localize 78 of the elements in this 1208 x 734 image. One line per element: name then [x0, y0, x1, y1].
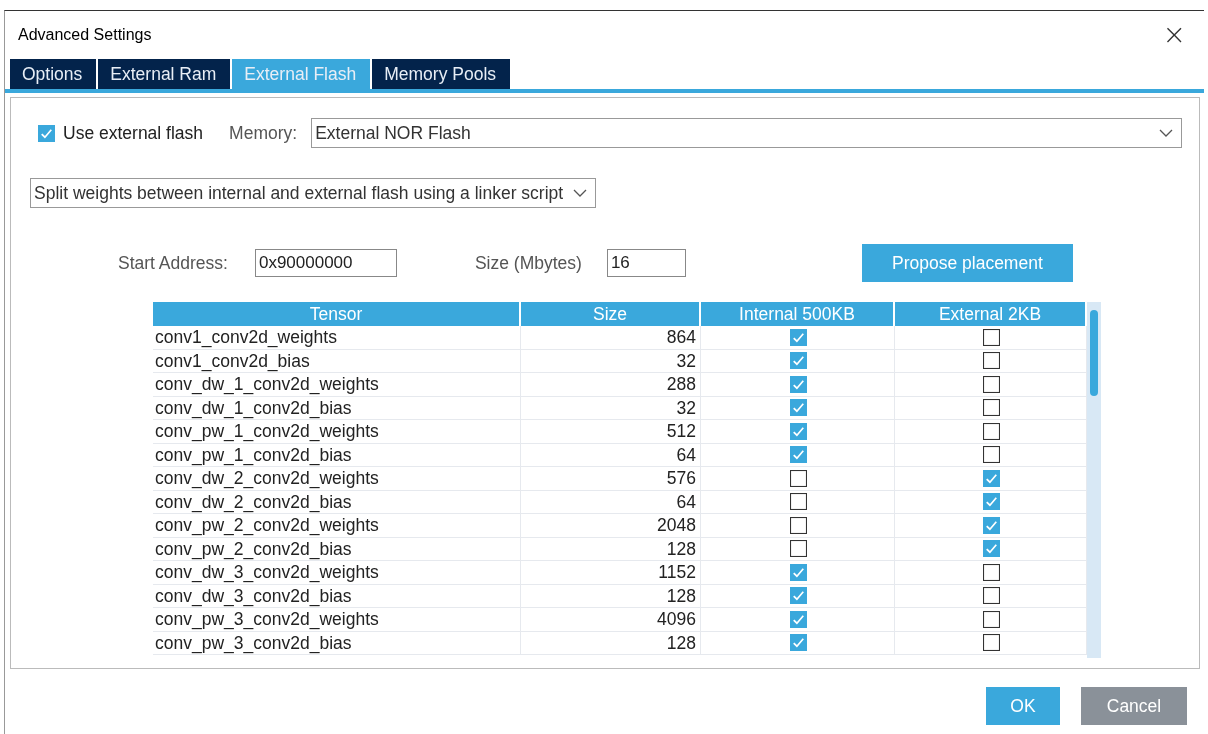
checkbox[interactable]: [790, 610, 807, 628]
table-cell: conv_dw_3_conv2d_bias: [153, 584, 521, 607]
checkbox[interactable]: [983, 328, 1000, 346]
checkbox[interactable]: [983, 469, 1000, 487]
table-cell: conv_dw_2_conv2d_bias: [153, 490, 521, 513]
checkbox[interactable]: [38, 124, 55, 142]
table-cell: 4096: [521, 608, 701, 631]
column-header: Size: [521, 302, 701, 326]
chevron-down-icon: [573, 189, 588, 197]
checkbox[interactable]: [790, 352, 807, 370]
checkbox[interactable]: [790, 328, 807, 346]
chevron-down-icon: [1159, 129, 1173, 137]
checkbox[interactable]: [790, 493, 807, 511]
checkbox[interactable]: [983, 563, 1000, 581]
start-address-field[interactable]: 0x90000000: [254, 249, 397, 277]
checkbox-label: Use external flash: [63, 122, 204, 144]
column-header: Tensor: [153, 302, 521, 326]
table-cell: conv_dw_1_conv2d_weights: [153, 373, 521, 396]
close-button[interactable]: ×: [1156, 21, 1192, 49]
table-cell: 32: [521, 349, 701, 372]
table-cell: conv_dw_3_conv2d_weights: [153, 561, 521, 584]
checkbox[interactable]: [790, 446, 807, 464]
tab[interactable]: Memory Pools: [372, 59, 511, 89]
scrollbar[interactable]: [1087, 302, 1101, 658]
checkbox[interactable]: [790, 375, 807, 393]
checkbox[interactable]: [983, 352, 1000, 370]
table-cell: 576: [521, 467, 701, 490]
memory-label: Memory:: [229, 122, 298, 144]
checkbox[interactable]: [790, 422, 807, 440]
column-header: Internal 500KB: [701, 302, 895, 326]
table-cell: 288: [521, 373, 701, 396]
table-cell: 1152: [521, 561, 701, 584]
start-address-label: Start Address:: [118, 252, 228, 274]
table-cell: 2048: [521, 514, 701, 537]
checkbox[interactable]: [790, 469, 807, 487]
checkbox[interactable]: [790, 587, 807, 605]
table-cell: conv_dw_2_conv2d_weights: [153, 467, 521, 490]
checkbox[interactable]: [983, 516, 1000, 534]
table-cell: conv_pw_2_conv2d_bias: [153, 537, 521, 560]
table-cell: 864: [521, 326, 701, 349]
table-cell: 128: [521, 631, 701, 654]
tab[interactable]: Options: [10, 59, 97, 89]
size-field[interactable]: 16: [606, 249, 686, 277]
table-cell: 512: [521, 420, 701, 443]
window-title: Advanced Settings: [18, 26, 152, 44]
checkbox[interactable]: [983, 399, 1000, 417]
size-label: Size (Mbytes): [474, 252, 582, 274]
table-cell: 64: [521, 490, 701, 513]
checkbox[interactable]: [983, 540, 1000, 558]
table-cell: conv_dw_1_conv2d_bias: [153, 396, 521, 419]
checkbox[interactable]: [790, 634, 807, 652]
table-cell: conv1_conv2d_weights: [153, 326, 521, 349]
table-cell: conv1_conv2d_bias: [153, 349, 521, 372]
checkbox[interactable]: [983, 587, 1000, 605]
checkbox[interactable]: [790, 563, 807, 581]
table-cell: 64: [521, 443, 701, 466]
checkbox[interactable]: [983, 446, 1000, 464]
table-cell: 32: [521, 396, 701, 419]
mode-dropdown[interactable]: Split weights between internal and external flash using a linker script: [30, 178, 597, 208]
checkbox[interactable]: [790, 399, 807, 417]
table-cell: 128: [521, 537, 701, 560]
table-cell: conv_pw_1_conv2d_weights: [153, 420, 521, 443]
table-cell: conv_pw_3_conv2d_weights: [153, 608, 521, 631]
table-cell: conv_pw_2_conv2d_weights: [153, 514, 521, 537]
checkbox[interactable]: [790, 540, 807, 558]
table-cell: conv_pw_3_conv2d_bias: [153, 631, 521, 654]
memory-dropdown[interactable]: External NOR Flash: [311, 118, 1182, 148]
tab[interactable]: External Ram: [98, 59, 231, 89]
scrollbar-thumb[interactable]: [1090, 310, 1098, 396]
table-cell: conv_pw_1_conv2d_bias: [153, 443, 521, 466]
checkbox[interactable]: [983, 422, 1000, 440]
checkbox[interactable]: [983, 610, 1000, 628]
checkbox[interactable]: [983, 493, 1000, 511]
column-header: External 2KB: [895, 302, 1087, 326]
checkbox[interactable]: [983, 634, 1000, 652]
checkbox[interactable]: [983, 375, 1000, 393]
table-cell: 128: [521, 584, 701, 607]
checkbox[interactable]: [790, 516, 807, 534]
